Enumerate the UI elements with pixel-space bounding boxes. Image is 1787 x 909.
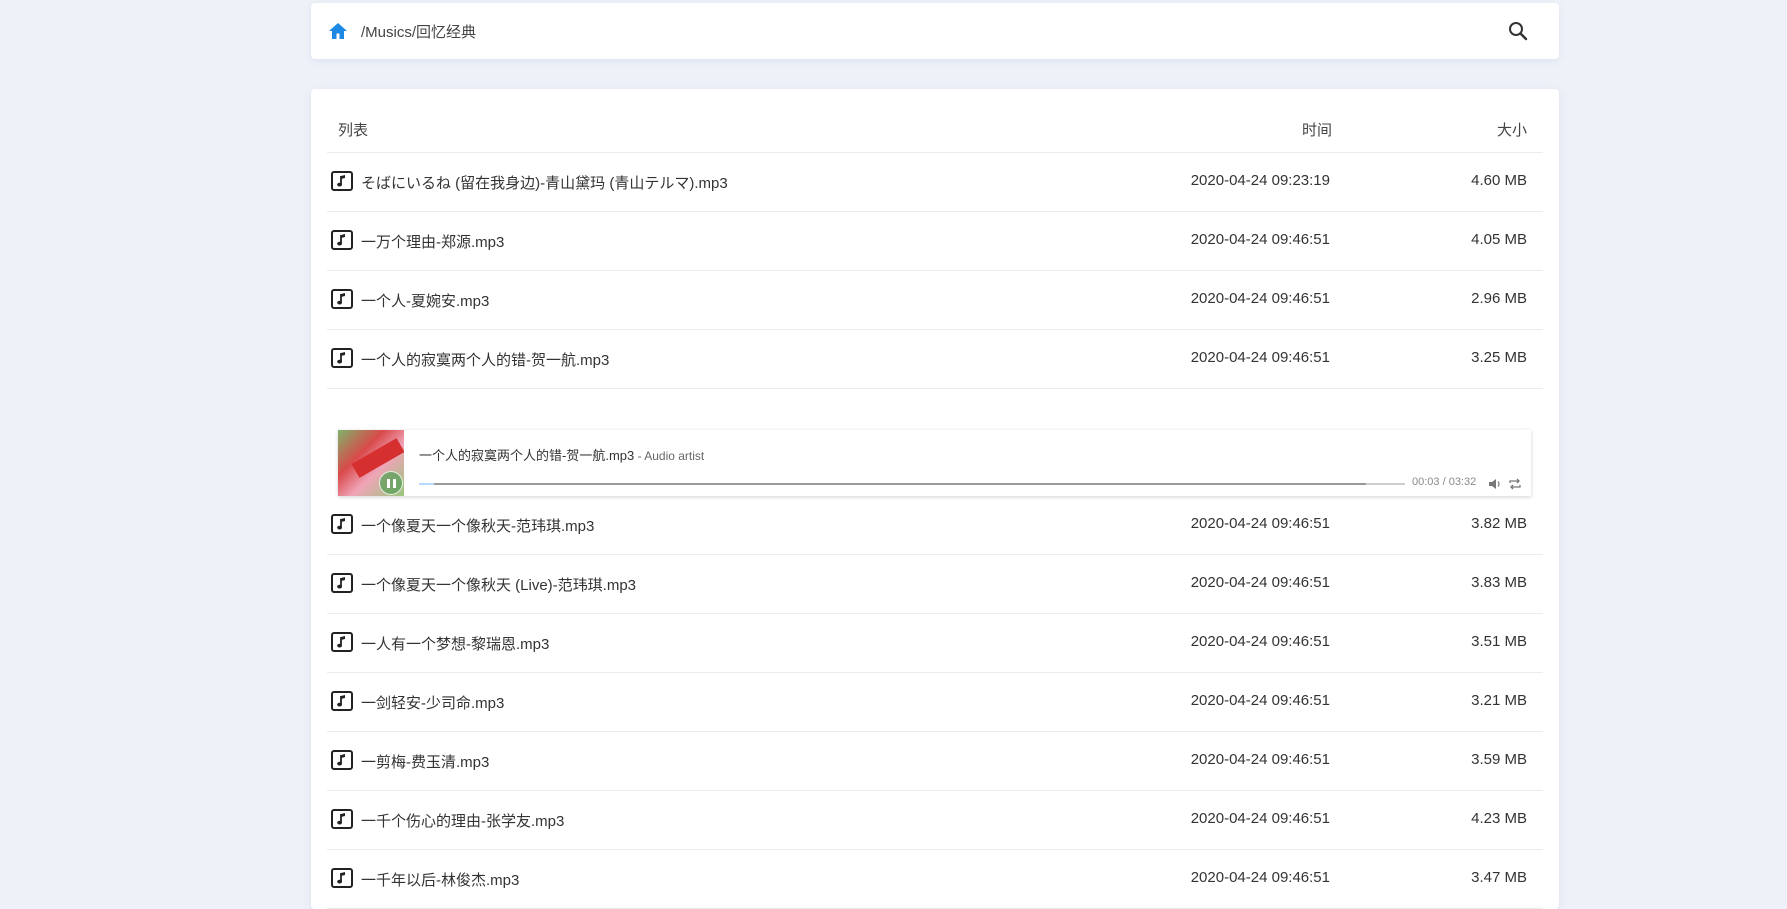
file-row[interactable]: 一人有一个梦想-黎瑞恩.mp3 2020-04-24 09:46:51 3.51 M… — [327, 614, 1543, 673]
file-size: 3.47 MB — [1471, 869, 1527, 886]
home-icon[interactable] — [327, 20, 349, 42]
music-file-icon — [331, 691, 353, 711]
file-time: 2020-04-24 09:46:51 — [1190, 231, 1330, 248]
player-timer: 00:03 / 03:32 — [1412, 476, 1477, 488]
file-time: 2020-04-24 09:23:19 — [1190, 172, 1330, 189]
column-size-header: 大小 — [1496, 122, 1527, 139]
file-name[interactable]: そばにいるね (留在我身边)-青山黛玛 (青山テルマ).mp3 — [361, 172, 728, 193]
file-row[interactable]: 一剑轻安-少司命.mp3 2020-04-24 09:46:51 3.21 MB — [327, 673, 1543, 732]
file-size: 3.83 MB — [1471, 574, 1527, 591]
progress-played — [419, 483, 434, 485]
music-file-icon — [331, 750, 353, 770]
file-name[interactable]: 一剑轻安-少司命.mp3 — [361, 692, 504, 713]
file-row[interactable]: 一剪梅-费玉清.mp3 2020-04-24 09:46:51 3.59 MB — [327, 732, 1543, 791]
file-name[interactable]: 一万个理由-郑源.mp3 — [361, 231, 504, 252]
file-name[interactable]: 一千个伤心的理由-张学友.mp3 — [361, 810, 564, 831]
file-time: 2020-04-24 09:46:51 — [1190, 574, 1330, 591]
file-row[interactable]: 一千年以后-林俊杰.mp3 2020-04-24 09:46:51 3.47 MB — [327, 850, 1543, 909]
file-row[interactable]: そばにいるね (留在我身边)-青山黛玛 (青山テルマ).mp3 2020-04-2… — [327, 153, 1543, 212]
file-time: 2020-04-24 09:46:51 — [1190, 290, 1330, 307]
music-file-icon — [331, 868, 353, 888]
player-track-info: 一个人的寂寞两个人的错-贺一航.mp3 - Audio artist — [419, 445, 704, 464]
file-time: 2020-04-24 09:46:51 — [1190, 810, 1330, 827]
music-file-icon — [331, 171, 353, 191]
breadcrumb-path[interactable]: /Musics/回忆经典 — [361, 21, 476, 42]
file-size: 3.25 MB — [1471, 349, 1527, 366]
search-icon[interactable] — [1507, 20, 1529, 42]
file-time: 2020-04-24 09:46:51 — [1190, 751, 1330, 768]
file-time: 2020-04-24 09:46:51 — [1190, 349, 1330, 366]
file-size: 2.96 MB — [1471, 290, 1527, 307]
file-row[interactable]: 一个人的寂寞两个人的错-贺一航.mp3 2020-04-24 09:46:51 3.… — [327, 330, 1543, 389]
progress-loaded — [419, 483, 1366, 485]
music-file-icon — [331, 348, 353, 368]
file-name[interactable]: 一剪梅-费玉清.mp3 — [361, 751, 489, 772]
file-row[interactable]: 一个像夏天一个像秋天 (Live)-范玮琪.mp3 2020-04-24 09:4… — [327, 555, 1543, 614]
file-size: 3.59 MB — [1471, 751, 1527, 768]
music-file-icon — [331, 809, 353, 829]
column-time-header: 时间 — [1301, 122, 1332, 139]
file-name[interactable]: 一个人-夏婉安.mp3 — [361, 290, 489, 311]
file-size: 3.21 MB — [1471, 692, 1527, 709]
file-size: 4.05 MB — [1471, 231, 1527, 248]
file-row[interactable]: 一个人-夏婉安.mp3 2020-04-24 09:46:51 2.96 MB — [327, 271, 1543, 330]
music-file-icon — [331, 514, 353, 534]
file-time: 2020-04-24 09:46:51 — [1190, 515, 1330, 532]
file-size: 3.51 MB — [1471, 633, 1527, 650]
audio-player: 一个人的寂寞两个人的错-贺一航.mp3 - Audio artist 00:03… — [338, 430, 1531, 496]
path-bar: /Musics/回忆经典 — [311, 3, 1559, 59]
column-name-header: 列表 — [338, 122, 369, 139]
music-file-icon — [331, 632, 353, 652]
player-track-title: 一个人的寂寞两个人的错-贺一航.mp3 — [419, 448, 635, 463]
file-row[interactable]: 一千个伤心的理由-张学友.mp3 2020-04-24 09:46:51 4.23 … — [327, 791, 1543, 850]
progress-bar[interactable] — [419, 483, 1405, 485]
album-cover — [338, 430, 404, 496]
music-file-icon — [331, 573, 353, 593]
file-time: 2020-04-24 09:46:51 — [1190, 869, 1330, 886]
file-name[interactable]: 一个像夏天一个像秋天-范玮琪.mp3 — [361, 515, 594, 536]
file-size: 4.23 MB — [1471, 810, 1527, 827]
pause-button[interactable] — [379, 471, 403, 495]
file-name[interactable]: 一个人的寂寞两个人的错-贺一航.mp3 — [361, 349, 609, 370]
file-time: 2020-04-24 09:46:51 — [1190, 692, 1330, 709]
file-name[interactable]: 一千年以后-林俊杰.mp3 — [361, 869, 519, 890]
file-name[interactable]: 一个像夏天一个像秋天 (Live)-范玮琪.mp3 — [361, 574, 636, 595]
file-size: 3.82 MB — [1471, 515, 1527, 532]
file-time: 2020-04-24 09:46:51 — [1190, 633, 1330, 650]
list-header: 列表 时间 大小 — [327, 89, 1543, 153]
player-track-artist: - Audio artist — [634, 449, 705, 463]
loop-icon[interactable] — [1508, 477, 1522, 491]
volume-icon[interactable] — [1488, 477, 1502, 491]
music-file-icon — [331, 289, 353, 309]
file-row[interactable]: 一个像夏天一个像秋天-范玮琪.mp3 2020-04-24 09:46:51 3.8… — [327, 496, 1543, 555]
file-size: 4.60 MB — [1471, 172, 1527, 189]
file-name[interactable]: 一人有一个梦想-黎瑞恩.mp3 — [361, 633, 549, 654]
file-list-card: 列表 时间 大小 そばにいるね (留在我身边)-青山黛玛 (青山テルマ).mp3… — [311, 89, 1559, 909]
music-file-icon — [331, 230, 353, 250]
file-row[interactable]: 一万个理由-郑源.mp3 2020-04-24 09:46:51 4.05 MB — [327, 212, 1543, 271]
